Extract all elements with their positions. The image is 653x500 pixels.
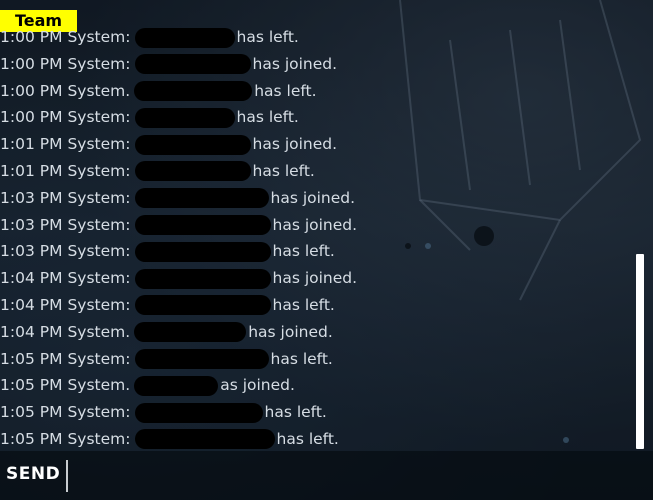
redacted-username — [134, 295, 271, 316]
redacted-username — [134, 215, 271, 236]
message-sender: System. — [67, 81, 131, 100]
chat-input-bar: SEND — [0, 451, 653, 500]
message-sender: System: — [67, 28, 131, 46]
chat-scrollbar[interactable] — [636, 254, 644, 449]
redacted-username — [134, 188, 269, 209]
chat-message: 1:01 PM System: has joined. — [0, 131, 630, 158]
chat-message: 1:03 PM System: has left. — [0, 238, 630, 265]
redacted-username — [134, 241, 271, 262]
message-sender: System: — [67, 108, 131, 127]
chat-panel: Team 1:00 PM System: has left. 1:00 PM Syst… — [0, 0, 653, 500]
message-event: has joined. — [272, 269, 358, 288]
redacted-username — [134, 349, 269, 370]
message-time: 1:04 PM — [0, 269, 63, 288]
message-sender: System: — [67, 349, 131, 368]
message-time: 1:05 PM — [0, 376, 63, 395]
send-button[interactable]: SEND — [6, 464, 60, 484]
message-time: 1:05 PM — [0, 429, 63, 448]
message-time: 1:03 PM — [0, 215, 63, 234]
chat-message: 1:04 PM System: has joined. — [0, 265, 630, 292]
chat-message: 1:05 PM System: has left. — [0, 346, 630, 373]
message-sender: System: — [67, 295, 131, 314]
redacted-username — [134, 81, 253, 102]
message-time: 1:05 PM — [0, 349, 63, 368]
message-event: has left. — [264, 403, 327, 422]
message-time: 1:01 PM — [0, 135, 63, 154]
message-event: has left. — [270, 349, 333, 368]
message-event: as joined. — [220, 376, 295, 395]
message-sender: System: — [67, 135, 131, 154]
message-event: has joined. — [248, 322, 333, 341]
message-sender: System: — [67, 242, 131, 261]
message-time: 1:04 PM — [0, 295, 63, 314]
chat-message: 1:03 PM System: has joined. — [0, 185, 630, 212]
chat-message: 1:05 PM System: has left. — [0, 399, 630, 426]
redacted-username — [134, 429, 275, 450]
message-sender: System: — [67, 54, 131, 73]
redacted-username — [134, 322, 247, 343]
redacted-username — [134, 161, 251, 182]
chat-message: 1:00 PM System: has left. — [0, 24, 630, 51]
message-event: has joined. — [270, 188, 356, 207]
chat-input[interactable] — [66, 460, 653, 492]
message-event: has left. — [272, 242, 335, 261]
message-time: 1:00 PM — [0, 108, 63, 127]
chat-message: 1:04 PM System. has joined. — [0, 319, 630, 346]
redacted-username — [134, 27, 235, 48]
message-event: has left. — [236, 28, 299, 46]
redacted-username — [134, 375, 219, 396]
redacted-username — [134, 402, 263, 423]
message-sender: System. — [67, 376, 131, 395]
message-event: has joined. — [252, 135, 338, 154]
chat-message: 1:05 PM System: has left. — [0, 426, 630, 452]
message-sender: System: — [67, 429, 131, 448]
chat-message: 1:04 PM System: has left. — [0, 292, 630, 319]
message-sender: System: — [67, 269, 131, 288]
message-event: has left. — [276, 429, 339, 448]
message-time: 1:05 PM — [0, 403, 63, 422]
message-time: 1:01 PM — [0, 161, 63, 180]
message-sender: System: — [67, 188, 131, 207]
chat-message: 1:05 PM System. as joined. — [0, 372, 630, 399]
message-time: 1:03 PM — [0, 242, 63, 261]
chat-message: 1:01 PM System: has left. — [0, 158, 630, 185]
redacted-username — [134, 134, 251, 155]
message-event: has left. — [254, 81, 317, 100]
message-event: has left. — [236, 108, 299, 127]
message-sender: System: — [67, 161, 131, 180]
message-event: has left. — [272, 295, 335, 314]
message-time: 1:00 PM — [0, 81, 63, 100]
message-time: 1:00 PM — [0, 28, 63, 46]
message-sender: System. — [67, 322, 131, 341]
redacted-username — [134, 268, 271, 289]
message-event: has joined. — [272, 215, 358, 234]
chat-message-list[interactable]: 1:00 PM System: has left. 1:00 PM System: ha… — [0, 24, 630, 452]
chat-message: 1:03 PM System: has joined. — [0, 212, 630, 239]
redacted-username — [134, 107, 235, 128]
message-sender: System: — [67, 403, 131, 422]
chat-message: 1:00 PM System: has joined. — [0, 51, 630, 78]
message-sender: System: — [67, 215, 131, 234]
message-time: 1:03 PM — [0, 188, 63, 207]
message-time: 1:04 PM — [0, 322, 63, 341]
message-event: has joined. — [252, 54, 338, 73]
message-event: has left. — [252, 161, 315, 180]
chat-message: 1:00 PM System: has left. — [0, 104, 630, 131]
message-time: 1:00 PM — [0, 54, 63, 73]
chat-message: 1:00 PM System. has left. — [0, 78, 630, 105]
redacted-username — [134, 54, 251, 75]
